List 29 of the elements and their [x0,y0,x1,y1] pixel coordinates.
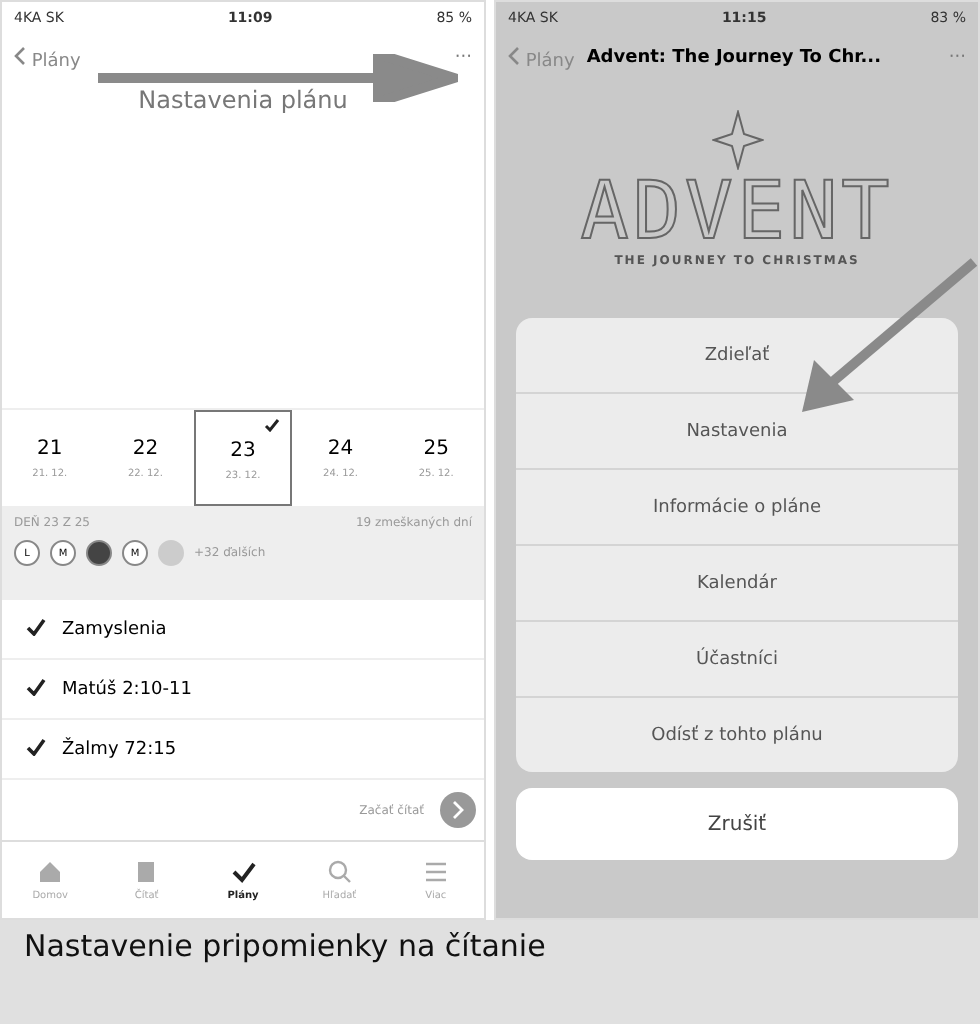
chevron-right-icon [452,800,464,820]
more-button[interactable]: ··· [454,48,472,68]
check-icon [26,617,46,635]
chevron-left-icon [14,45,26,65]
caption: Nastavenie pripomienky na čítanie [0,920,980,1024]
cancel-button[interactable]: Zrušiť [516,788,958,860]
reading-item[interactable]: Zamyslenia [2,600,484,660]
plan-title: Advent: The Journey To Chr... [586,48,884,68]
avatar [158,540,184,566]
search-icon [325,858,354,886]
menu-icon [421,858,450,886]
next-button[interactable] [440,792,476,828]
check-icon [264,418,281,432]
reading-item[interactable]: Matúš 2:10-11 [2,660,484,720]
avatar [86,540,112,566]
check-icon [229,858,257,886]
reading-item[interactable]: Žalmy 72:15 [2,720,484,780]
star-icon [711,110,763,170]
chevron-left-icon [508,45,520,65]
home-icon [36,858,65,886]
back-link[interactable]: Plány [14,45,81,71]
check-icon [26,677,46,695]
menu-item[interactable]: Odísť z tohto plánu [516,698,958,772]
check-icon [26,737,46,755]
menu-item[interactable]: Informácie o pláne [516,470,958,546]
menu-item[interactable]: Účastníci [516,622,958,698]
menu-item[interactable]: Kalendár [516,546,958,622]
artwork-title: ADVENT [580,170,894,254]
annotation-label: Nastavenia plánu [136,86,350,114]
